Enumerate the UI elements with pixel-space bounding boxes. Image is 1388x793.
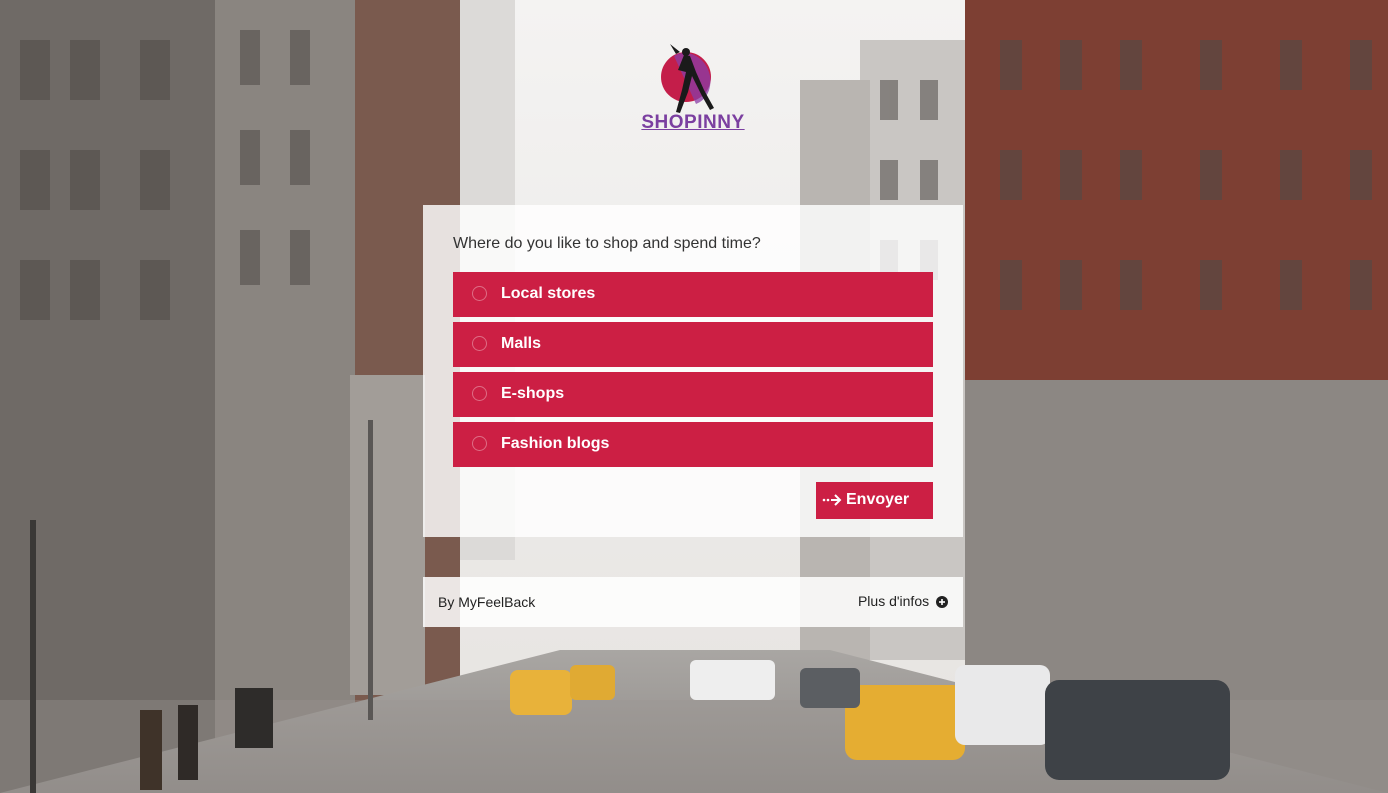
arrow-right-icon xyxy=(822,494,842,506)
brand-logo[interactable]: SHOPINNY xyxy=(630,38,760,134)
more-info-label: Plus d'infos xyxy=(857,593,930,609)
more-info-link[interactable]: Plus d'infos xyxy=(858,593,948,609)
plus-circle-icon xyxy=(936,596,948,608)
survey-footer: By MyFeelBack Plus d'infos xyxy=(423,577,963,627)
option-fashion-blogs[interactable]: Fashion blogs xyxy=(453,422,933,467)
radio-icon[interactable] xyxy=(472,286,487,301)
option-label: E-shops xyxy=(501,385,565,402)
radio-icon[interactable] xyxy=(472,436,487,451)
option-e-shops[interactable]: E-shops xyxy=(453,372,933,417)
option-malls[interactable]: Malls xyxy=(453,322,933,367)
radio-icon[interactable] xyxy=(472,336,487,351)
survey-page: SHOPINNY Where do you like to shop and s… xyxy=(0,0,1388,793)
fashion-figure-logo-icon xyxy=(661,44,714,113)
answer-options: Local stores Malls E-shops Fashion blogs xyxy=(453,272,933,472)
survey-question: Where do you like to shop and spend time… xyxy=(453,235,761,252)
option-local-stores[interactable]: Local stores xyxy=(453,272,933,317)
submit-label: Envoyer xyxy=(846,491,910,508)
powered-by-label: By MyFeelBack xyxy=(438,594,536,610)
option-label: Malls xyxy=(501,335,542,352)
radio-icon[interactable] xyxy=(472,386,487,401)
brand-name: SHOPINNY xyxy=(641,112,745,133)
survey-card: Where do you like to shop and spend time… xyxy=(423,205,963,537)
option-label: Local stores xyxy=(501,285,596,302)
submit-button[interactable]: Envoyer xyxy=(816,482,933,519)
option-label: Fashion blogs xyxy=(501,435,610,452)
